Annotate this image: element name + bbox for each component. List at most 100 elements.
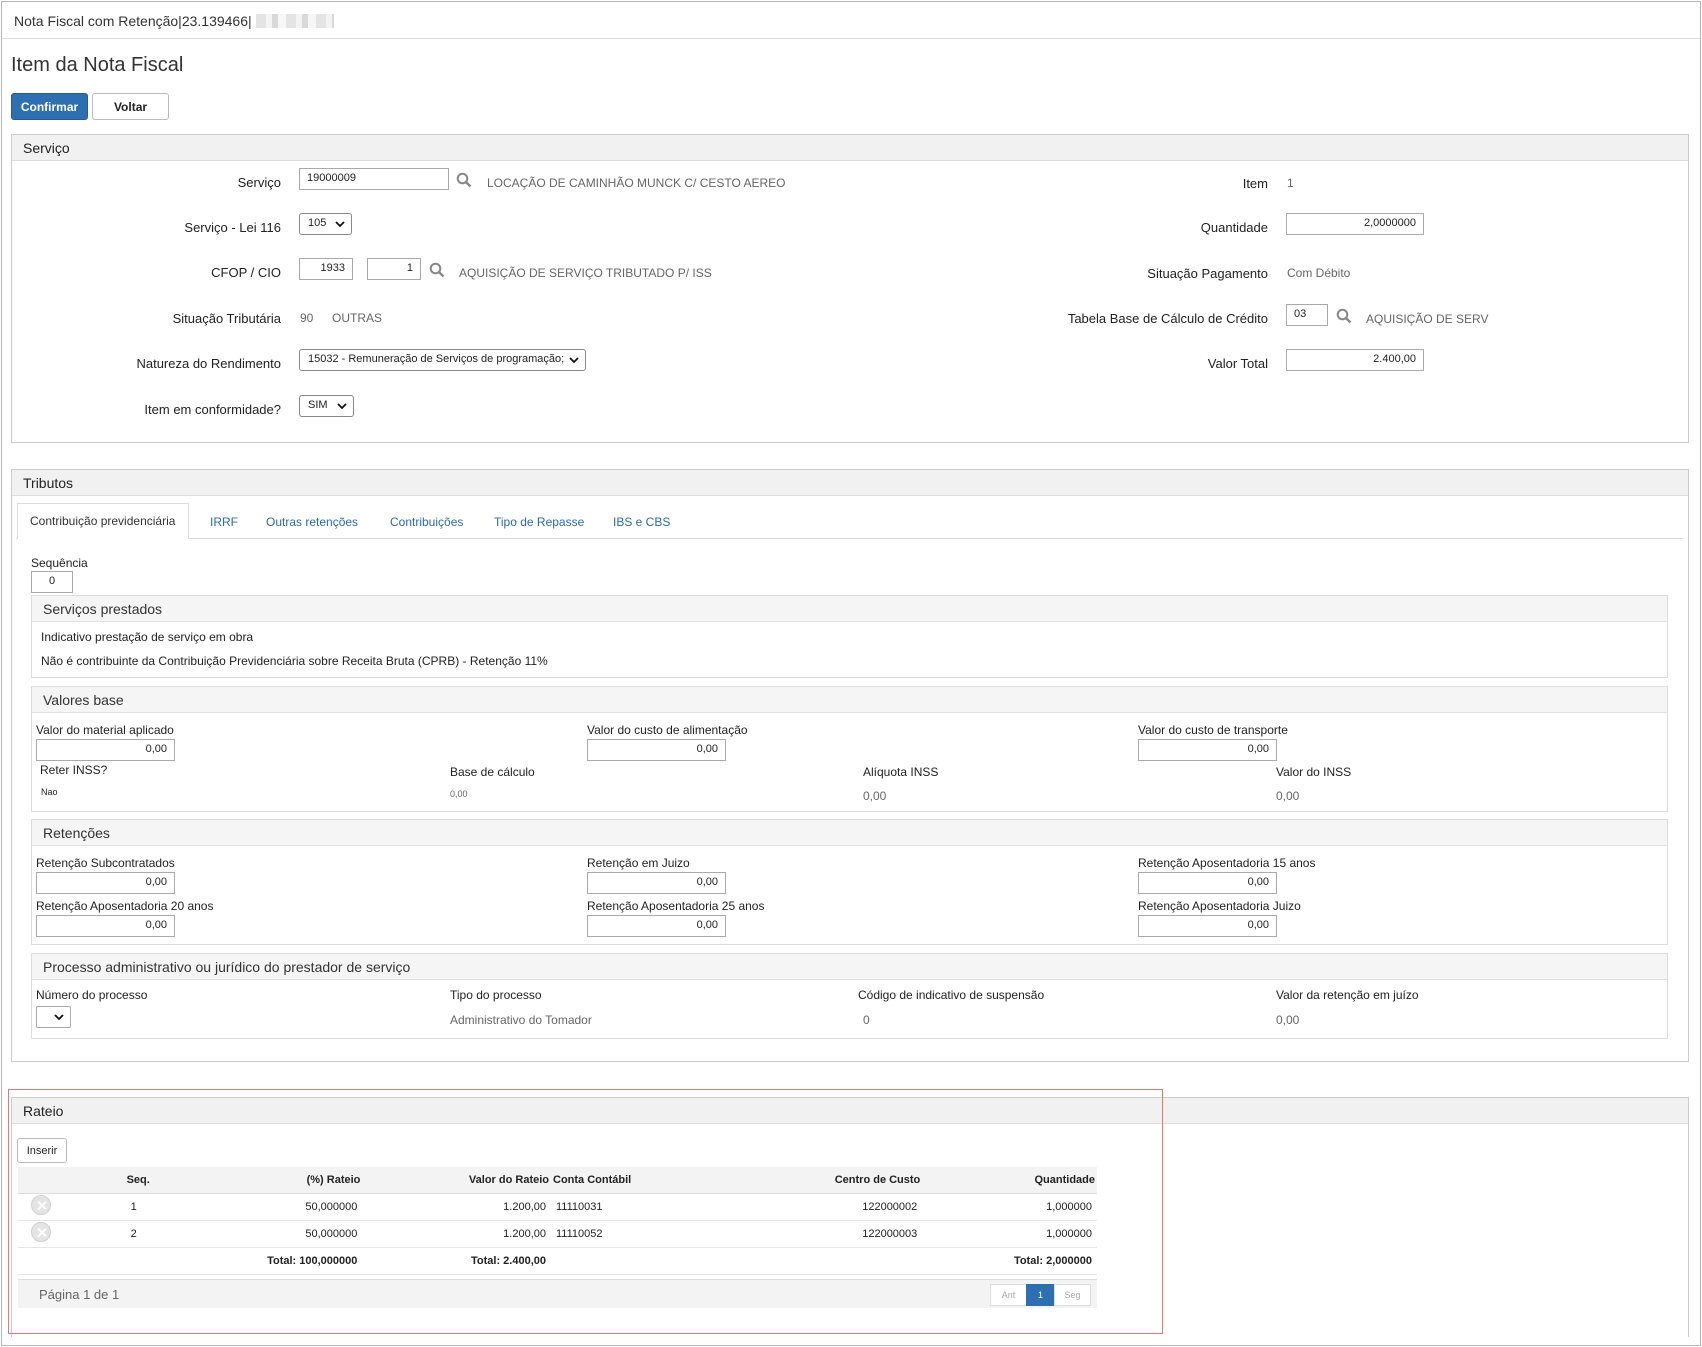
servico-code-input[interactable]: 19000009 — [299, 168, 449, 190]
tabs-divider — [16, 538, 1683, 539]
valor-total-label: Valor Total — [1207, 356, 1268, 371]
situacao-tributaria-desc: OUTRAS — [332, 311, 383, 325]
cell-centro-custo: 122000002 — [643, 1193, 923, 1221]
reter-inss-label: Reter INSS? — [40, 763, 108, 777]
numero-processo-select[interactable] — [36, 1006, 71, 1028]
search-icon[interactable] — [456, 172, 472, 188]
column-header-valor[interactable]: Valor do Rateio — [362, 1167, 551, 1194]
confirm-button[interactable]: Confirmar — [11, 93, 88, 120]
row-actions — [18, 1220, 56, 1248]
redacted-text — [255, 14, 334, 28]
aposentadoria-juizo-label: Retenção Aposentadoria Juizo — [1138, 899, 1301, 913]
aposentadoria-20-label: Retenção Aposentadoria 20 anos — [36, 899, 214, 913]
tabela-base-description: AQUISIÇÃO DE SERV — [1366, 312, 1489, 326]
page-1-button[interactable]: 1 — [1026, 1284, 1055, 1306]
window-title: Nota Fiscal com Retenção|23.139466| — [14, 13, 334, 29]
back-button[interactable]: Voltar — [92, 93, 169, 120]
tabela-base-label: Tabela Base de Cálculo de Crédito — [1067, 311, 1268, 326]
valor-inss-label: Valor do INSS — [1276, 765, 1352, 779]
subcontratados-input[interactable]: 0,00 — [36, 872, 175, 894]
chevron-down-icon — [337, 403, 347, 410]
reter-inss-value: Nao — [41, 787, 58, 797]
retencoes-header: Retenções — [32, 820, 1667, 846]
alimentacao-input[interactable]: 0,00 — [587, 739, 726, 761]
valores-base-section: Valores base — [31, 686, 1668, 812]
situacao-tributaria-code: 90 — [300, 311, 314, 325]
next-page-button[interactable]: Seg — [1054, 1284, 1091, 1306]
tab-irrf[interactable]: IRRF — [210, 515, 238, 529]
valor-inss-value: 0,00 — [1276, 789, 1300, 803]
prev-page-button[interactable]: Ant — [990, 1284, 1027, 1306]
situacao-tributaria-label: Situação Tributária — [172, 311, 281, 326]
transporte-input[interactable]: 0,00 — [1138, 739, 1277, 761]
table-row: 2 50,000000 1.200,00 11110052 122000003 … — [18, 1220, 1097, 1248]
situacao-pagamento-label: Situação Pagamento — [1147, 266, 1268, 281]
aposentadoria-20-input[interactable]: 0,00 — [36, 915, 175, 937]
retencoes-section: Retenções — [31, 819, 1668, 945]
column-header-rateio[interactable]: (%) Rateio — [151, 1167, 363, 1194]
quantidade-input[interactable]: 2,0000000 — [1286, 213, 1424, 235]
tab-outras-retencoes[interactable]: Outras retenções — [266, 515, 358, 529]
quantidade-label: Quantidade — [1200, 220, 1268, 235]
processo-section: Processo administrativo ou jurídico do p… — [31, 953, 1668, 1039]
alimentacao-label: Valor do custo de alimentação — [587, 723, 748, 737]
row-actions — [18, 1193, 56, 1221]
cell-conta: 11110031 — [551, 1193, 644, 1221]
search-icon[interactable] — [429, 262, 445, 278]
lei116-label: Serviço - Lei 116 — [184, 220, 281, 235]
aliquota-inss-label: Alíquota INSS — [863, 765, 939, 779]
aposentadoria-15-input[interactable]: 0,00 — [1138, 872, 1277, 894]
retencao-juizo-label: Retenção em Juizo — [587, 856, 690, 870]
item-label: Item — [1242, 176, 1268, 191]
totals-row: Total: 100,000000 Total: 2.400,00 Total:… — [18, 1247, 1097, 1275]
aposentadoria-15-label: Retenção Aposentadoria 15 anos — [1138, 856, 1316, 870]
tab-contribuicao-previdenciaria[interactable]: Contribuição previdenciária — [17, 503, 190, 539]
sequencia-label: Sequência — [31, 556, 88, 570]
column-header-quantidade[interactable]: Quantidade — [922, 1167, 1097, 1194]
total-rateio: Total: 100,000000 — [151, 1247, 363, 1275]
valor-retencao-juizo-label: Valor da retenção em juízo — [1276, 988, 1419, 1002]
remove-icon[interactable] — [31, 1222, 51, 1242]
conformidade-select[interactable]: SIM — [299, 395, 354, 417]
tabela-base-input[interactable]: 03 — [1286, 304, 1328, 326]
column-header-centro-custo[interactable]: Centro de Custo — [643, 1167, 923, 1194]
base-calculo-label: Base de cálculo — [450, 765, 535, 779]
aposentadoria-25-input[interactable]: 0,00 — [587, 915, 726, 937]
aliquota-inss-value: 0,00 — [863, 789, 887, 803]
cell-conta: 11110052 — [551, 1220, 644, 1248]
natureza-select[interactable]: 15032 - Remuneração de Serviços de progr… — [299, 349, 586, 371]
column-header-seq[interactable]: Seq. — [56, 1167, 152, 1194]
transporte-label: Valor do custo de transporte — [1138, 723, 1288, 737]
rateio-panel-header: Rateio — [12, 1098, 1688, 1124]
table-header-row: Seq. (%) Rateio Valor do Rateio Conta Co… — [18, 1167, 1097, 1194]
title-divider — [2, 38, 1700, 39]
tipo-processo-value: Administrativo do Tomador — [450, 1013, 592, 1027]
tab-tipo-de-repasse[interactable]: Tipo de Repasse — [494, 515, 584, 529]
valor-retencao-juizo-value: 0,00 — [1276, 1013, 1300, 1027]
servicos-prestados-header: Serviços prestados — [32, 596, 1667, 622]
lei116-select[interactable]: 105 — [299, 213, 352, 235]
cell-valor: 1.200,00 — [362, 1193, 551, 1221]
cell-rateio: 50,000000 — [151, 1220, 363, 1248]
pagination-bar: Página 1 de 1 Ant 1 Seg — [18, 1279, 1097, 1308]
sequencia-input[interactable]: 0 — [31, 571, 73, 593]
cfop-description: AQUISIÇÃO DE SERVIÇO TRIBUTADO P/ ISS — [459, 266, 712, 280]
insert-button[interactable]: Inserir — [17, 1138, 67, 1163]
tab-contribuicoes[interactable]: Contribuições — [390, 515, 463, 529]
chevron-down-icon — [54, 1014, 64, 1021]
column-header-conta[interactable]: Conta Contábil — [551, 1167, 644, 1194]
codigo-suspensao-label: Código de indicativo de suspensão — [858, 988, 1045, 1002]
obra-indicativo-label: Indicativo prestação de serviço em obra — [41, 630, 254, 644]
material-label: Valor do material aplicado — [36, 723, 174, 737]
cfop-input[interactable]: 1933 — [299, 258, 353, 280]
aposentadoria-juizo-input[interactable]: 0,00 — [1138, 915, 1277, 937]
tab-ibs-e-cbs[interactable]: IBS e CBS — [613, 515, 670, 529]
retencao-juizo-input[interactable]: 0,00 — [587, 872, 726, 894]
cio-input[interactable]: 1 — [367, 258, 421, 280]
remove-icon[interactable] — [31, 1195, 51, 1215]
tab-content — [20, 540, 1685, 541]
cell-seq: 1 — [56, 1193, 152, 1221]
search-icon[interactable] — [1336, 308, 1352, 324]
material-input[interactable]: 0,00 — [36, 739, 175, 761]
valor-total-input[interactable]: 2.400,00 — [1286, 349, 1424, 371]
